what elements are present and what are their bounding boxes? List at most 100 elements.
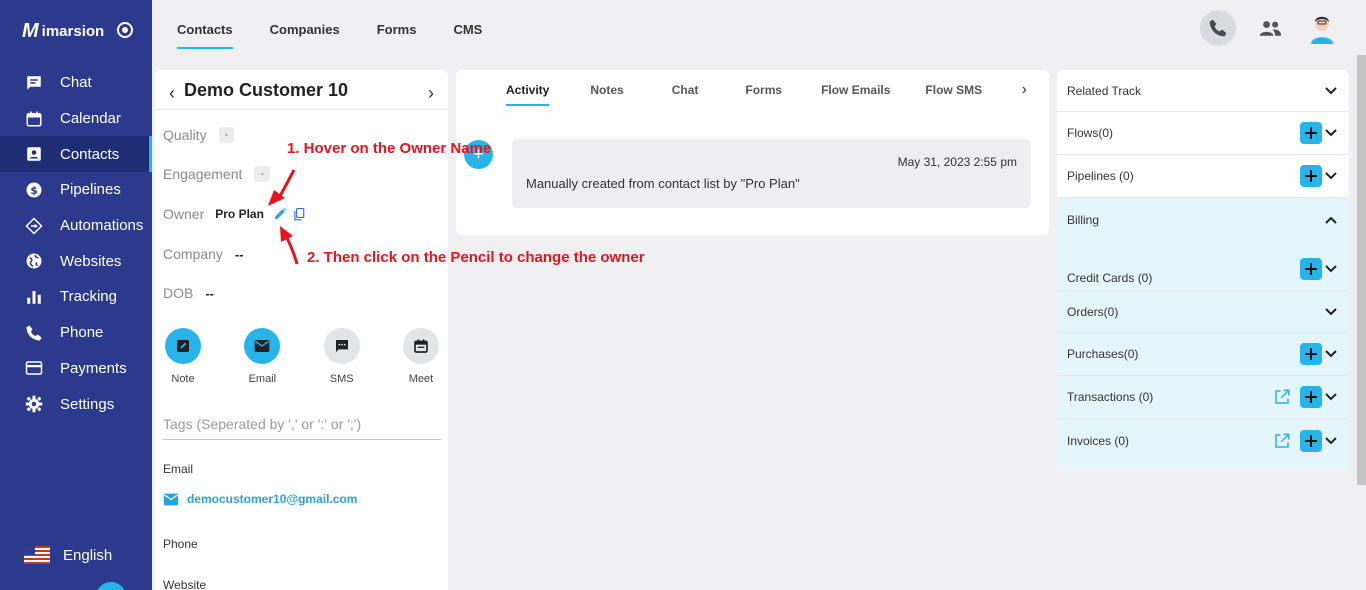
sidebar-item-payments[interactable]: Payments (0, 351, 152, 387)
tab-flow-emails[interactable]: Flow Emails (821, 83, 890, 106)
chevron-right-icon[interactable]: › (1022, 81, 1027, 99)
sidebar-item-label: Contacts (60, 145, 120, 163)
email-link[interactable]: democustomer10@gmail.com (187, 492, 357, 506)
chevron-right-icon[interactable]: › (428, 83, 434, 104)
add-pipeline-button[interactable] (1300, 165, 1322, 187)
svg-text:$: $ (30, 185, 37, 197)
transactions-row[interactable]: Transactions (0) (1057, 376, 1349, 419)
call-phone-icon[interactable] (1200, 10, 1236, 46)
purchases-row[interactable]: Purchases(0) (1057, 333, 1349, 376)
language-selector[interactable]: English (24, 546, 112, 564)
invoices-row[interactable]: Invoices (0) (1057, 419, 1349, 462)
add-invoice-button[interactable] (1300, 429, 1322, 452)
sidebar-item-chat[interactable]: Chat (0, 65, 152, 101)
sidebar-nav: Chat Calendar Contacts $ Pipelines Autom… (0, 65, 152, 422)
tab-contacts[interactable]: Contacts (177, 22, 233, 49)
phone-section-label: Phone (163, 537, 198, 551)
tab-forms[interactable]: Forms (745, 83, 782, 106)
orders-row[interactable]: Orders(0) (1057, 291, 1349, 333)
external-link-icon[interactable] (1273, 388, 1291, 406)
pipelines-row[interactable]: Pipelines (0) (1057, 155, 1349, 198)
logo[interactable]: M imarsion (22, 20, 104, 43)
contact-name: Demo Customer 10 (184, 80, 349, 100)
tab-companies[interactable]: Companies (270, 22, 340, 49)
related-track-row[interactable]: Related Track (1057, 70, 1349, 112)
sidebar-item-phone[interactable]: Phone (0, 315, 152, 351)
activity-text: Manually created from contact list by "P… (526, 176, 800, 191)
quality-field: Quality - (163, 127, 235, 143)
tab-notes[interactable]: Notes (590, 83, 623, 106)
website-section-label: Website (163, 578, 207, 590)
logo-text: imarsion (41, 23, 105, 40)
chevron-down-icon[interactable] (1325, 436, 1337, 445)
page-scrollbar[interactable] (1357, 55, 1366, 485)
add-flow-button[interactable] (1300, 122, 1322, 144)
users-icon[interactable] (1252, 10, 1288, 46)
chevron-down-icon[interactable] (1325, 307, 1337, 316)
plus-icon (1305, 434, 1317, 447)
sidebar-toggle-icon[interactable] (117, 22, 133, 38)
chevron-down-icon[interactable] (1325, 265, 1337, 273)
engagement-label: Engagement (163, 166, 243, 182)
chevron-up-icon[interactable] (1325, 216, 1337, 224)
annotation-step-2: 2. Then click on the Pencil to change th… (307, 249, 645, 266)
tab-flow-sms[interactable]: Flow SMS (925, 83, 982, 106)
sidebar-item-websites[interactable]: Websites (0, 243, 152, 279)
tab-chat[interactable]: Chat (672, 83, 699, 106)
sidebar-item-label: Chat (60, 74, 92, 92)
add-credit-card-button[interactable] (1300, 258, 1322, 280)
sidebar-item-contacts[interactable]: Contacts (0, 136, 152, 173)
top-tabs: Contacts Companies Forms CMS (177, 22, 519, 49)
logo-mark: M (22, 20, 39, 42)
meet-button[interactable]: Meet (401, 328, 441, 385)
external-link-icon[interactable] (1273, 432, 1291, 450)
credit-cards-row[interactable]: Credit Cards (0) (1057, 241, 1349, 291)
payments-icon (24, 358, 44, 378)
row-label: Related Track (1067, 83, 1142, 98)
company-value[interactable]: -- (235, 247, 244, 262)
tab-forms[interactable]: Forms (377, 22, 417, 49)
sidebar-item-label: Websites (60, 252, 122, 270)
top-bar: Contacts Companies Forms CMS (152, 0, 1366, 62)
quality-value[interactable]: - (218, 127, 235, 143)
flows-row[interactable]: Flows(0) (1057, 112, 1349, 155)
help-bubble-icon[interactable] (96, 582, 126, 590)
sidebar-item-tracking[interactable]: Tracking (0, 279, 152, 315)
chevron-down-icon[interactable] (1325, 129, 1337, 137)
tags-input[interactable]: Tags (Seperated by ',' or ':' or ';') (163, 416, 441, 440)
top-actions (1184, 10, 1340, 46)
user-avatar[interactable] (1304, 10, 1340, 46)
chevron-down-icon[interactable] (1325, 86, 1337, 95)
email-button[interactable]: Email (242, 328, 282, 385)
billing-row[interactable]: Billing (1057, 198, 1349, 241)
tab-cms[interactable]: CMS (453, 22, 482, 49)
settings-icon (24, 394, 44, 414)
chevron-down-icon[interactable] (1325, 350, 1337, 358)
row-label: Purchases(0) (1067, 347, 1139, 361)
sidebar-item-settings[interactable]: Settings (0, 386, 152, 422)
plus-icon (1305, 263, 1317, 275)
note-button[interactable]: Note (163, 328, 203, 385)
chevron-down-icon[interactable] (1325, 393, 1337, 401)
chevron-left-icon[interactable]: ‹ (169, 83, 175, 104)
owner-name[interactable]: Pro Plan (215, 207, 264, 221)
mail-icon (163, 493, 179, 505)
dob-value[interactable]: -- (205, 286, 214, 301)
sms-button[interactable]: SMS (322, 328, 362, 385)
email-section-label: Email (163, 462, 194, 476)
sidebar-item-calendar[interactable]: Calendar (0, 101, 152, 137)
company-label: Company (163, 246, 223, 262)
add-purchase-button[interactable] (1300, 343, 1322, 365)
contact-actions: Note Email SMS Meet (163, 328, 441, 385)
row-label: Invoices (0) (1067, 433, 1130, 448)
chevron-down-icon[interactable] (1325, 172, 1337, 180)
sidebar-item-pipelines[interactable]: $ Pipelines (0, 172, 152, 208)
related-panel: Related Track Flows(0) Pipelines (0) Bil… (1057, 70, 1349, 468)
owner-label: Owner (163, 206, 205, 222)
sidebar-item-automations[interactable]: Automations (0, 208, 152, 244)
dob-label: DOB (163, 285, 194, 301)
add-transaction-button[interactable] (1300, 386, 1322, 408)
tab-activity[interactable]: Activity (506, 83, 550, 106)
calendar-icon (24, 109, 44, 129)
sidebar-item-label: Tracking (60, 288, 117, 306)
